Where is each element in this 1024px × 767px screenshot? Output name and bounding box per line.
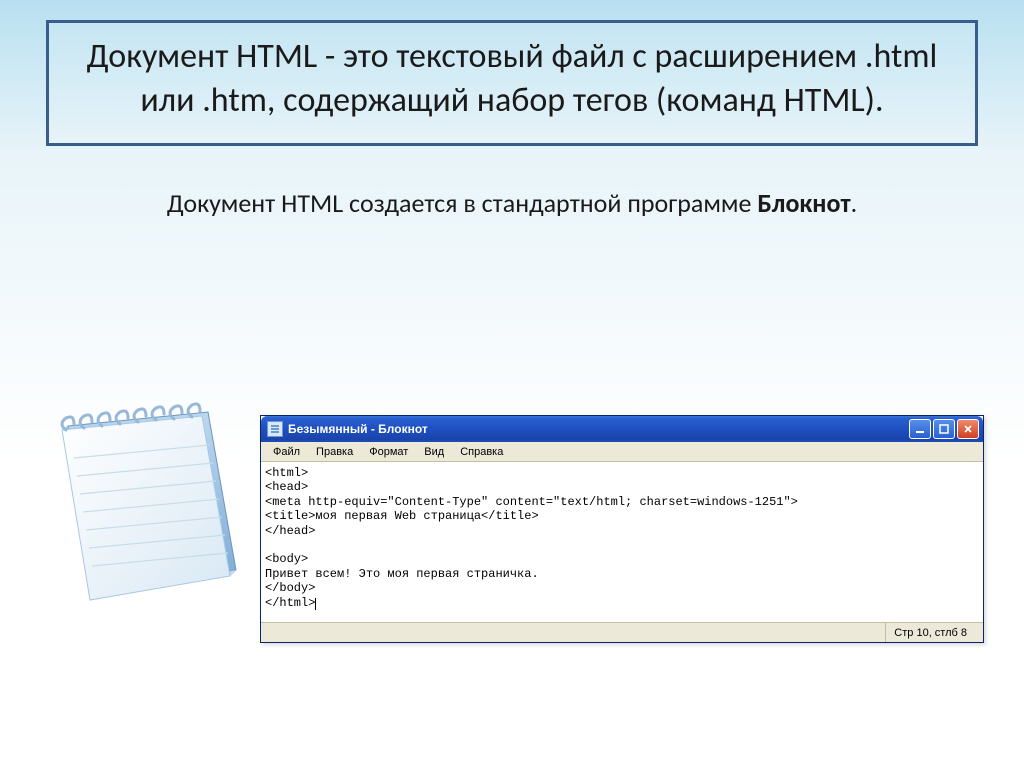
menu-view[interactable]: Вид bbox=[416, 444, 452, 460]
minimize-icon bbox=[915, 424, 925, 434]
subtitle-prefix: Документ HTML создается в стандартной пр… bbox=[167, 187, 757, 219]
notepad-window: Безымянный - Блокнот bbox=[260, 415, 984, 643]
main-heading: Документ HTML - это текстовый файл с рас… bbox=[69, 35, 955, 123]
titlebar[interactable]: Безымянный - Блокнот bbox=[261, 416, 983, 442]
menu-file[interactable]: Файл bbox=[265, 444, 308, 460]
notepad-clipart-icon bbox=[40, 390, 250, 615]
main-heading-box: Документ HTML - это текстовый файл с рас… bbox=[46, 20, 978, 146]
subtitle-suffix: . bbox=[851, 187, 858, 219]
status-cursor-position: Стр 10, стлб 8 bbox=[885, 623, 977, 642]
window-controls bbox=[909, 419, 979, 439]
subtitle-text: Документ HTML создается в стандартной пр… bbox=[40, 186, 984, 221]
text-cursor bbox=[315, 598, 316, 610]
slide: Документ HTML - это текстовый файл с рас… bbox=[0, 0, 1024, 767]
menu-format[interactable]: Формат bbox=[361, 444, 416, 460]
statusbar: Стр 10, стлб 8 bbox=[261, 622, 983, 642]
notepad-app-icon bbox=[267, 421, 283, 437]
close-icon bbox=[963, 424, 973, 434]
subtitle-bold: Блокнот bbox=[757, 187, 850, 219]
window-title: Безымянный - Блокнот bbox=[288, 422, 909, 436]
maximize-icon bbox=[939, 424, 949, 434]
close-button[interactable] bbox=[957, 419, 979, 439]
menu-help[interactable]: Справка bbox=[452, 444, 511, 460]
maximize-button[interactable] bbox=[933, 419, 955, 439]
illustration-row: Безымянный - Блокнот bbox=[40, 415, 984, 643]
menu-edit[interactable]: Правка bbox=[308, 444, 361, 460]
minimize-button[interactable] bbox=[909, 419, 931, 439]
menubar: Файл Правка Формат Вид Справка bbox=[261, 442, 983, 462]
editor-text-area[interactable]: <html> <head> <meta http-equiv="Content-… bbox=[261, 462, 983, 622]
